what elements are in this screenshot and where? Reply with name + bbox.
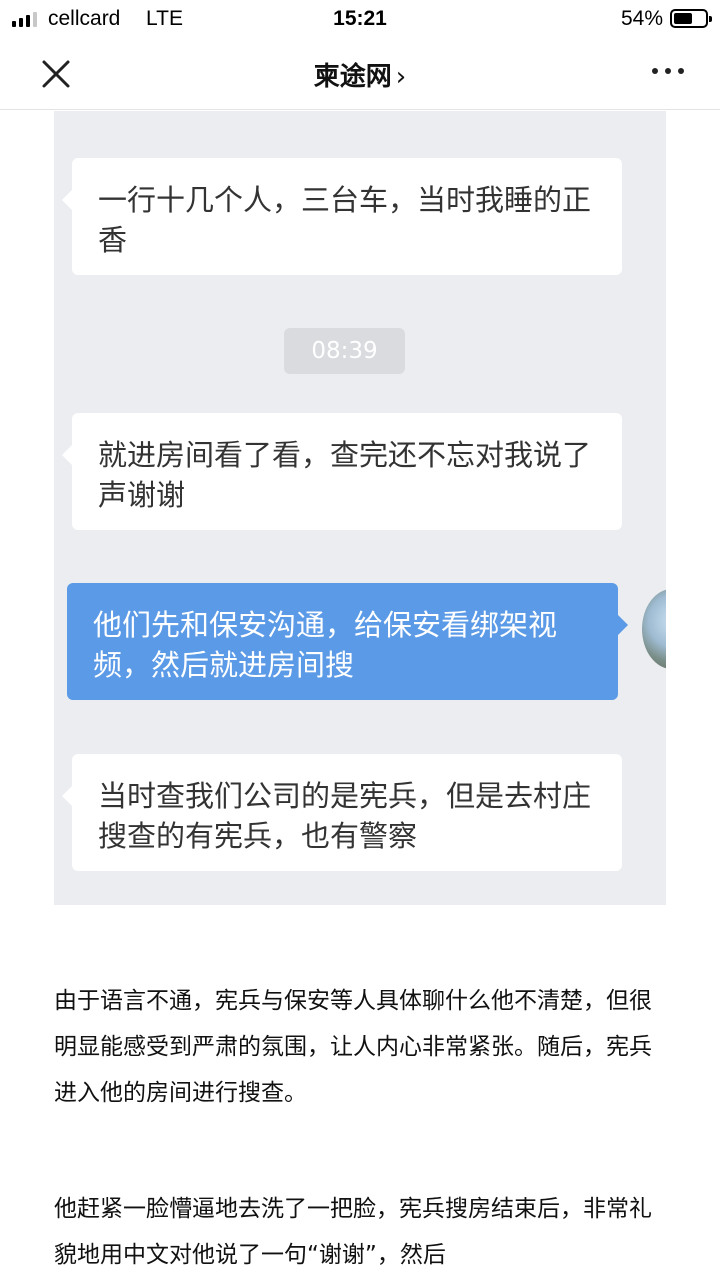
account-title-link[interactable]: 柬途网 › bbox=[0, 56, 720, 93]
chat-bubble-received: 就进房间看了看，查完还不忘对我说了声谢谢 bbox=[62, 413, 622, 530]
more-button[interactable] bbox=[652, 68, 684, 74]
chat-bubble-received: 当时查我们公司的是宪兵，但是去村庄搜查的有宪兵，也有警察 bbox=[62, 754, 622, 871]
article-paragraph: 他赶紧一脸懵逼地去洗了一把脸，宪兵搜房结束后，非常礼貌地用中文对他说了一句“谢谢… bbox=[54, 1196, 652, 1268]
more-dots-icon bbox=[652, 68, 658, 74]
avatar bbox=[642, 589, 666, 669]
chevron-right-icon: › bbox=[395, 62, 407, 92]
battery-percent: 54% bbox=[620, 7, 663, 30]
status-bar: cellcard LTE 15:21 54% bbox=[0, 0, 720, 38]
chat-bubble-sent: 他们先和保安沟通，给保安看绑架视频，然后就进房间搜 bbox=[67, 583, 628, 700]
account-name: 柬途网 bbox=[313, 62, 392, 92]
battery-icon bbox=[670, 9, 712, 28]
article-paragraph: 由于语言不通，宪兵与保安等人具体聊什么他不清楚，但很明显能感受到严肃的氛围，让人… bbox=[54, 988, 652, 1106]
status-time: 15:21 bbox=[333, 7, 387, 30]
chat-timestamp: 08:39 bbox=[284, 328, 405, 374]
nav-bar: 柬途网 › bbox=[0, 38, 720, 110]
chat-screenshot-image[interactable]: 一行十几个人，三台车，当时我睡的正香 08:39 就进房间看了看，查完还不忘对我… bbox=[54, 111, 666, 905]
chat-bubble-received: 一行十几个人，三台车，当时我睡的正香 bbox=[62, 158, 622, 275]
